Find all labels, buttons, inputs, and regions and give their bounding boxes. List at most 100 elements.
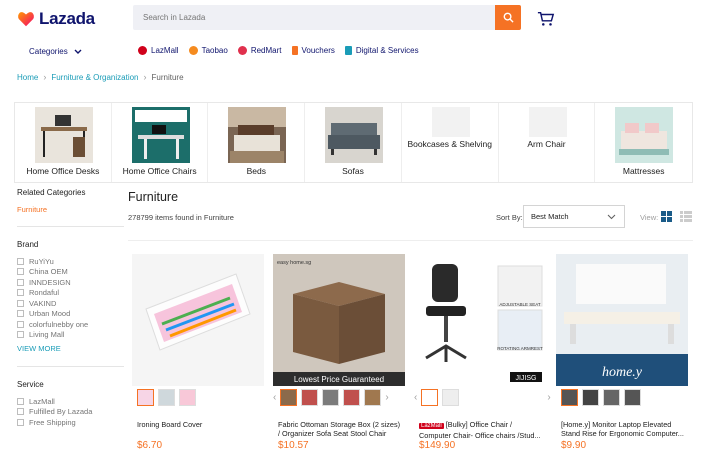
divider: [128, 240, 693, 241]
product-image[interactable]: home.y: [556, 254, 688, 386]
product-card[interactable]: Lowest Price Guaranteed easy home.sg ‹ ›…: [273, 254, 405, 453]
category-beds[interactable]: Beds: [208, 103, 306, 182]
brand-filter[interactable]: colorfulnebby one: [17, 319, 127, 330]
grid-view-icon[interactable]: [661, 211, 672, 222]
nav-vouchers[interactable]: Vouchers: [291, 46, 335, 55]
thumbnail[interactable]: [364, 389, 382, 406]
chevron-right-icon[interactable]: ›: [547, 392, 550, 403]
nav-lazmall[interactable]: LazMall: [138, 46, 179, 55]
thumbnail[interactable]: [526, 389, 544, 406]
category-bookcases-shelving[interactable]: Bookcases & Shelving: [402, 103, 499, 182]
thumbnail[interactable]: [463, 389, 481, 406]
sort-value: Best Match: [531, 212, 569, 221]
breadcrumb: Home › Furniture & Organization › Furnit…: [17, 72, 184, 82]
checkbox[interactable]: [17, 299, 24, 307]
nav-redmart[interactable]: RedMart: [237, 46, 282, 55]
category-arm-chair[interactable]: Arm Chair: [499, 103, 596, 182]
thumbnail[interactable]: [137, 389, 154, 406]
brand-filter[interactable]: INNDESIGN: [17, 277, 127, 288]
related-category-link[interactable]: Furniture: [17, 205, 127, 214]
cart-icon[interactable]: [537, 10, 555, 28]
search-bar: [133, 5, 521, 30]
sort-select[interactable]: Best Match: [523, 205, 625, 228]
service-filter[interactable]: LazMall: [17, 396, 127, 407]
checkbox[interactable]: [17, 320, 24, 328]
chevron-right-icon[interactable]: ›: [385, 392, 388, 403]
checkbox[interactable]: [17, 397, 24, 405]
product-name[interactable]: [Home.y] Monitor Laptop Elevated Stand R…: [561, 420, 686, 438]
brand-filter[interactable]: Living Mall: [17, 330, 127, 341]
thumbnail-row: [137, 389, 196, 406]
product-name[interactable]: Ironing Board Cover: [137, 420, 262, 429]
thumbnail[interactable]: [158, 389, 175, 406]
categories-menu[interactable]: Categories: [29, 47, 82, 56]
filter-sidebar: Related Categories Furniture Brand RuYiY…: [17, 188, 127, 428]
checkbox[interactable]: [17, 310, 24, 318]
product-price: $149.90: [419, 440, 456, 451]
thumbnail[interactable]: [301, 389, 319, 406]
brand-filter[interactable]: VAKIND: [17, 298, 127, 309]
brand-filter[interactable]: Urban Mood: [17, 309, 127, 320]
brand-label: Living Mall: [29, 330, 65, 340]
category-image-placeholder: [528, 107, 567, 137]
product-image[interactable]: [132, 254, 264, 386]
brand-label: colorfulnebby one: [29, 319, 89, 329]
product-image[interactable]: Lowest Price Guaranteed easy home.sg: [273, 254, 405, 386]
seller-watermark: easy home.sg: [277, 260, 311, 266]
result-count: 278799 items found in Furniture: [128, 213, 234, 222]
brand-overlay: home.y: [602, 365, 643, 380]
breadcrumb-home[interactable]: Home: [17, 73, 38, 82]
logo-text: Lazada: [39, 9, 95, 28]
chevron-left-icon[interactable]: ‹: [414, 392, 417, 403]
thumbnail[interactable]: [421, 389, 439, 406]
thumbnail[interactable]: [624, 389, 641, 406]
brand-filter[interactable]: Rondaful: [17, 288, 127, 299]
thumbnail-row: [561, 389, 641, 406]
thumbnail[interactable]: [484, 389, 502, 406]
view-more-link[interactable]: VIEW MORE: [17, 344, 127, 353]
nav-label: Taobao: [201, 46, 228, 55]
thumbnail[interactable]: [343, 389, 361, 406]
brand-list: RuYiYu China OEM INNDESIGN Rondaful VAKI…: [17, 256, 127, 340]
checkbox[interactable]: [17, 257, 24, 265]
service-filter[interactable]: Fulfilled By Lazada: [17, 407, 127, 418]
search-button[interactable]: [495, 5, 521, 30]
category-home-office-chairs[interactable]: Home Office Chairs: [112, 103, 209, 182]
category-home-office-desks[interactable]: Home Office Desks: [15, 103, 112, 182]
product-card[interactable]: Ironing Board Cover $6.70: [132, 254, 264, 453]
thumbnail[interactable]: [322, 389, 340, 406]
checkbox[interactable]: [17, 268, 24, 276]
product-name[interactable]: Fabric Ottoman Storage Box (2 sizes) / O…: [278, 420, 403, 438]
service-filter[interactable]: Free Shipping: [17, 417, 127, 428]
chevron-left-icon[interactable]: ‹: [273, 392, 276, 403]
chevron-down-icon: [607, 214, 616, 220]
thumbnail[interactable]: [582, 389, 599, 406]
product-name[interactable]: LazMall [Bulky] Office Chair / Computer …: [419, 420, 544, 440]
brand-filter[interactable]: RuYiYu: [17, 256, 127, 267]
product-card[interactable]: home.y [Home.y] Monitor Laptop Elevated …: [556, 254, 688, 453]
category-sofas[interactable]: Sofas: [305, 103, 402, 182]
lazada-logo[interactable]: Lazada: [17, 9, 95, 29]
category-image-placeholder: [431, 107, 470, 137]
category-mattresses[interactable]: Mattresses: [595, 103, 692, 182]
thumbnail[interactable]: [505, 389, 523, 406]
thumbnail[interactable]: [603, 389, 620, 406]
nav-taobao[interactable]: Taobao: [188, 46, 228, 55]
nav-digital[interactable]: Digital & Services: [344, 46, 419, 55]
brand-filter[interactable]: China OEM: [17, 267, 127, 278]
list-view-icon[interactable]: [680, 211, 692, 222]
checkbox[interactable]: [17, 418, 24, 426]
product-image[interactable]: ADJUSTABLE SEAT ROTATING ARMREST JIJISG: [414, 254, 546, 386]
thumbnail[interactable]: [561, 389, 578, 406]
breadcrumb-furniture-organization[interactable]: Furniture & Organization: [51, 73, 138, 82]
checkbox[interactable]: [17, 289, 24, 297]
search-input[interactable]: [133, 5, 493, 30]
checkbox[interactable]: [17, 278, 24, 286]
thumbnail[interactable]: [442, 389, 460, 406]
checkbox[interactable]: [17, 408, 24, 416]
thumbnail[interactable]: [280, 389, 298, 406]
product-price: $10.57: [278, 440, 309, 451]
checkbox[interactable]: [17, 331, 24, 339]
product-card[interactable]: ADJUSTABLE SEAT ROTATING ARMREST JIJISG …: [414, 254, 551, 453]
thumbnail[interactable]: [179, 389, 196, 406]
